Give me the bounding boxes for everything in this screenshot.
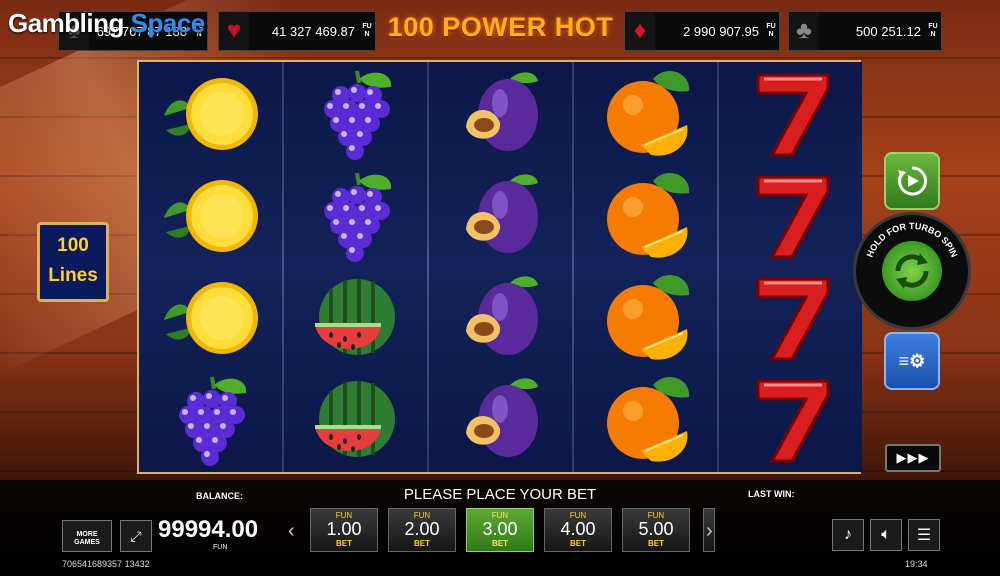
- bet-label: BET: [414, 539, 430, 548]
- spin-button[interactable]: HOLD FOR TURBO SPIN: [853, 212, 971, 330]
- more-games-button[interactable]: MORE GAMES: [62, 520, 112, 552]
- reel-3: [429, 62, 572, 472]
- bet-value: 5.00: [638, 519, 674, 539]
- game-id: 706541689357 13432: [62, 559, 150, 569]
- clock: 19:34: [905, 559, 928, 569]
- fast-forward-button[interactable]: ▶▶▶: [885, 444, 941, 472]
- grapes-symbol: [284, 164, 427, 266]
- lemon-symbol: [139, 62, 282, 164]
- bet-option-5[interactable]: FUN 5.00 BET: [622, 508, 690, 552]
- bet-label: BET: [492, 539, 508, 548]
- jackpot-club: ♣ 500 251.12 FUN: [788, 11, 942, 51]
- last-win-label: LAST WIN:: [748, 489, 795, 499]
- bet-value: 4.00: [560, 519, 596, 539]
- status-bar: [0, 556, 1000, 576]
- game-title: 100 POWER HOT: [387, 12, 614, 42]
- bet-option-3[interactable]: FUN 3.00 BET: [466, 508, 534, 552]
- logo-word-2: Space: [130, 8, 206, 38]
- orange-symbol: [574, 266, 717, 368]
- brand-logo: Gambling Space: [8, 8, 205, 39]
- seven-symbol: [719, 62, 862, 164]
- watermelon-symbol: [284, 368, 427, 470]
- bet-label: BET: [648, 539, 664, 548]
- club-icon: ♣: [789, 12, 819, 50]
- grapes-symbol: [284, 62, 427, 164]
- reel-1: [139, 62, 282, 472]
- jackpot-fun-label: FUN: [362, 23, 372, 38]
- orange-symbol: [574, 368, 717, 470]
- reel-area: [137, 60, 862, 474]
- grapes-symbol: [139, 368, 282, 470]
- reel-2: [284, 62, 427, 472]
- reel-4: [574, 62, 717, 472]
- autoplay-icon: [898, 166, 928, 196]
- lemon-symbol: [139, 266, 282, 368]
- plum-symbol: [429, 62, 572, 164]
- hamburger-icon: ☰: [916, 527, 932, 544]
- sound-button[interactable]: 🔈︎: [870, 519, 902, 551]
- seven-symbol: [719, 164, 862, 266]
- bet-value: 3.00: [482, 519, 518, 539]
- bet-option-2[interactable]: FUN 2.00 BET: [388, 508, 456, 552]
- plum-symbol: [429, 164, 572, 266]
- lines-count: 100: [57, 235, 89, 256]
- lines-badge: 100 Lines: [37, 222, 109, 302]
- fullscreen-button[interactable]: ⤢: [120, 520, 152, 552]
- music-note-icon: ♪: [844, 526, 852, 543]
- plum-symbol: [429, 368, 572, 470]
- balance-currency: FUN: [213, 544, 228, 551]
- logo-word-1: Gambling: [8, 8, 124, 38]
- jackpot-fun-label: FUN: [766, 23, 776, 38]
- bet-value: 1.00: [326, 519, 362, 539]
- bet-next-arrow[interactable]: ›: [706, 520, 713, 543]
- bet-label: BET: [570, 539, 586, 548]
- fullscreen-icon: ⤢: [130, 527, 142, 544]
- plum-symbol: [429, 266, 572, 368]
- autoplay-button[interactable]: [884, 152, 940, 210]
- speaker-icon: 🔈︎: [881, 526, 891, 543]
- diamond-icon: ♦: [625, 12, 655, 50]
- status-message: PLEASE PLACE YOUR BET: [403, 486, 597, 503]
- seven-symbol: [719, 368, 862, 470]
- bet-option-1[interactable]: FUN 1.00 BET: [310, 508, 378, 552]
- heart-icon: ♥: [219, 12, 249, 50]
- watermelon-symbol: [284, 266, 427, 368]
- balance-label: BALANCE:: [196, 491, 243, 501]
- orange-symbol: [574, 62, 717, 164]
- spin-arrows: [882, 241, 942, 301]
- jackpot-diamond: ♦ 2 990 907.95 FUN: [624, 11, 780, 51]
- bet-option-4[interactable]: FUN 4.00 BET: [544, 508, 612, 552]
- jackpot-fun-label: FUN: [928, 23, 938, 38]
- menu-button[interactable]: ☰: [908, 519, 940, 551]
- bet-settings-button[interactable]: ≡⚙: [884, 332, 940, 390]
- reel-5: [719, 62, 862, 472]
- refresh-icon: [895, 253, 929, 289]
- bet-value: 2.00: [404, 519, 440, 539]
- bet-prev-arrow[interactable]: ‹: [288, 520, 295, 543]
- orange-symbol: [574, 164, 717, 266]
- jackpot-value: 41 327 469.87: [271, 23, 355, 39]
- lemon-symbol: [139, 164, 282, 266]
- balance-value: 99994.00: [158, 516, 259, 543]
- music-button[interactable]: ♪: [832, 519, 864, 551]
- lines-label: Lines: [48, 265, 98, 286]
- jackpot-value: 500 251.12: [855, 23, 921, 39]
- seven-symbol: [719, 266, 862, 368]
- jackpot-heart: ♥ 41 327 469.87 FUN: [218, 11, 376, 51]
- bet-label: BET: [336, 539, 352, 548]
- jackpot-value: 2 990 907.95: [683, 23, 759, 39]
- settings-icon: ≡⚙: [898, 350, 926, 371]
